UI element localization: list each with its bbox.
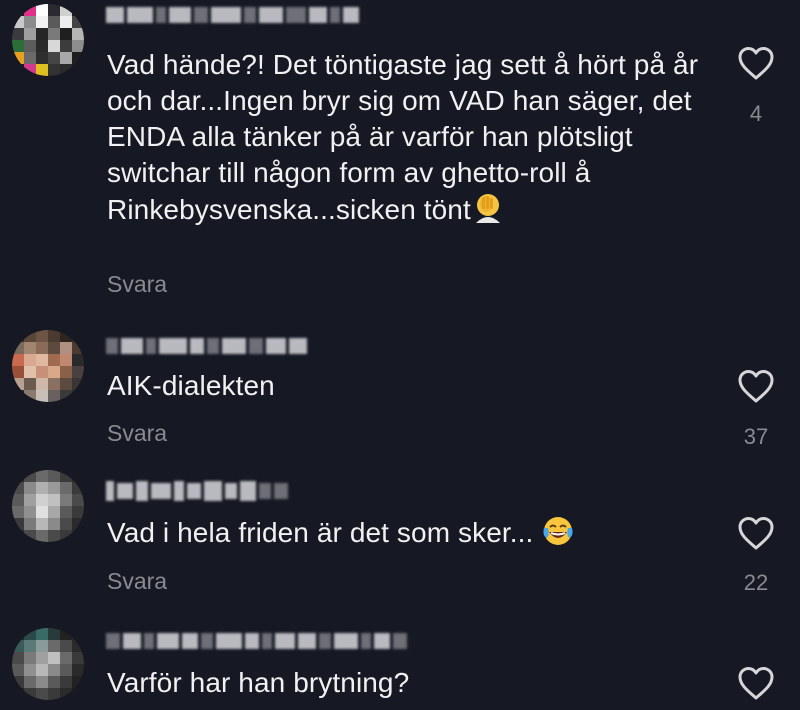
comment-text: Varför har han brytning? <box>107 665 727 701</box>
like-control: 37 <box>736 368 776 449</box>
username-redacted[interactable] <box>106 4 359 26</box>
comment-item: Vad i hela friden är det som sker... Sva… <box>0 470 800 620</box>
comment-text-body: AIK-dialekten <box>107 370 275 401</box>
comment-text: Vad hände?! Det töntigaste jag sett å hö… <box>107 47 727 234</box>
comment-text: Vad i hela friden är det som sker... <box>107 514 727 557</box>
avatar[interactable] <box>12 628 84 700</box>
heart-outline-icon[interactable] <box>736 368 776 404</box>
reply-button[interactable]: Svara <box>107 568 167 595</box>
comment-text: AIK-dialekten <box>107 368 727 404</box>
username-redacted[interactable] <box>106 630 407 652</box>
avatar[interactable] <box>12 330 84 402</box>
avatar[interactable] <box>12 470 84 542</box>
like-count: 4 <box>749 101 763 126</box>
comment-text-body: Vad i hela friden är det som sker... <box>107 517 534 548</box>
facepalm-emoji <box>471 191 505 234</box>
reply-button[interactable]: Svara <box>107 420 167 447</box>
username-redacted[interactable] <box>106 480 288 502</box>
like-count: 37 <box>743 424 769 449</box>
comment-text-body: Varför har han brytning? <box>107 667 410 698</box>
like-count: 22 <box>743 570 769 595</box>
username-redacted[interactable] <box>106 335 307 357</box>
comment-text-body: Vad hände?! Det töntigaste jag sett å hö… <box>107 49 699 225</box>
heart-outline-icon[interactable] <box>736 515 776 551</box>
heart-outline-icon[interactable] <box>736 665 776 701</box>
heart-outline-icon[interactable] <box>736 45 776 81</box>
like-control <box>736 665 776 706</box>
comment-item: Vad hände?! Det töntigaste jag sett å hö… <box>0 0 800 310</box>
tears-of-joy-emoji <box>541 514 575 557</box>
like-control: 4 <box>736 45 776 126</box>
like-control: 22 <box>736 515 776 595</box>
reply-button[interactable]: Svara <box>107 271 167 298</box>
comment-item: Varför har han brytning? <box>0 620 800 710</box>
comment-item: AIK-dialekten Svara 37 <box>0 310 800 470</box>
avatar[interactable] <box>12 4 84 76</box>
